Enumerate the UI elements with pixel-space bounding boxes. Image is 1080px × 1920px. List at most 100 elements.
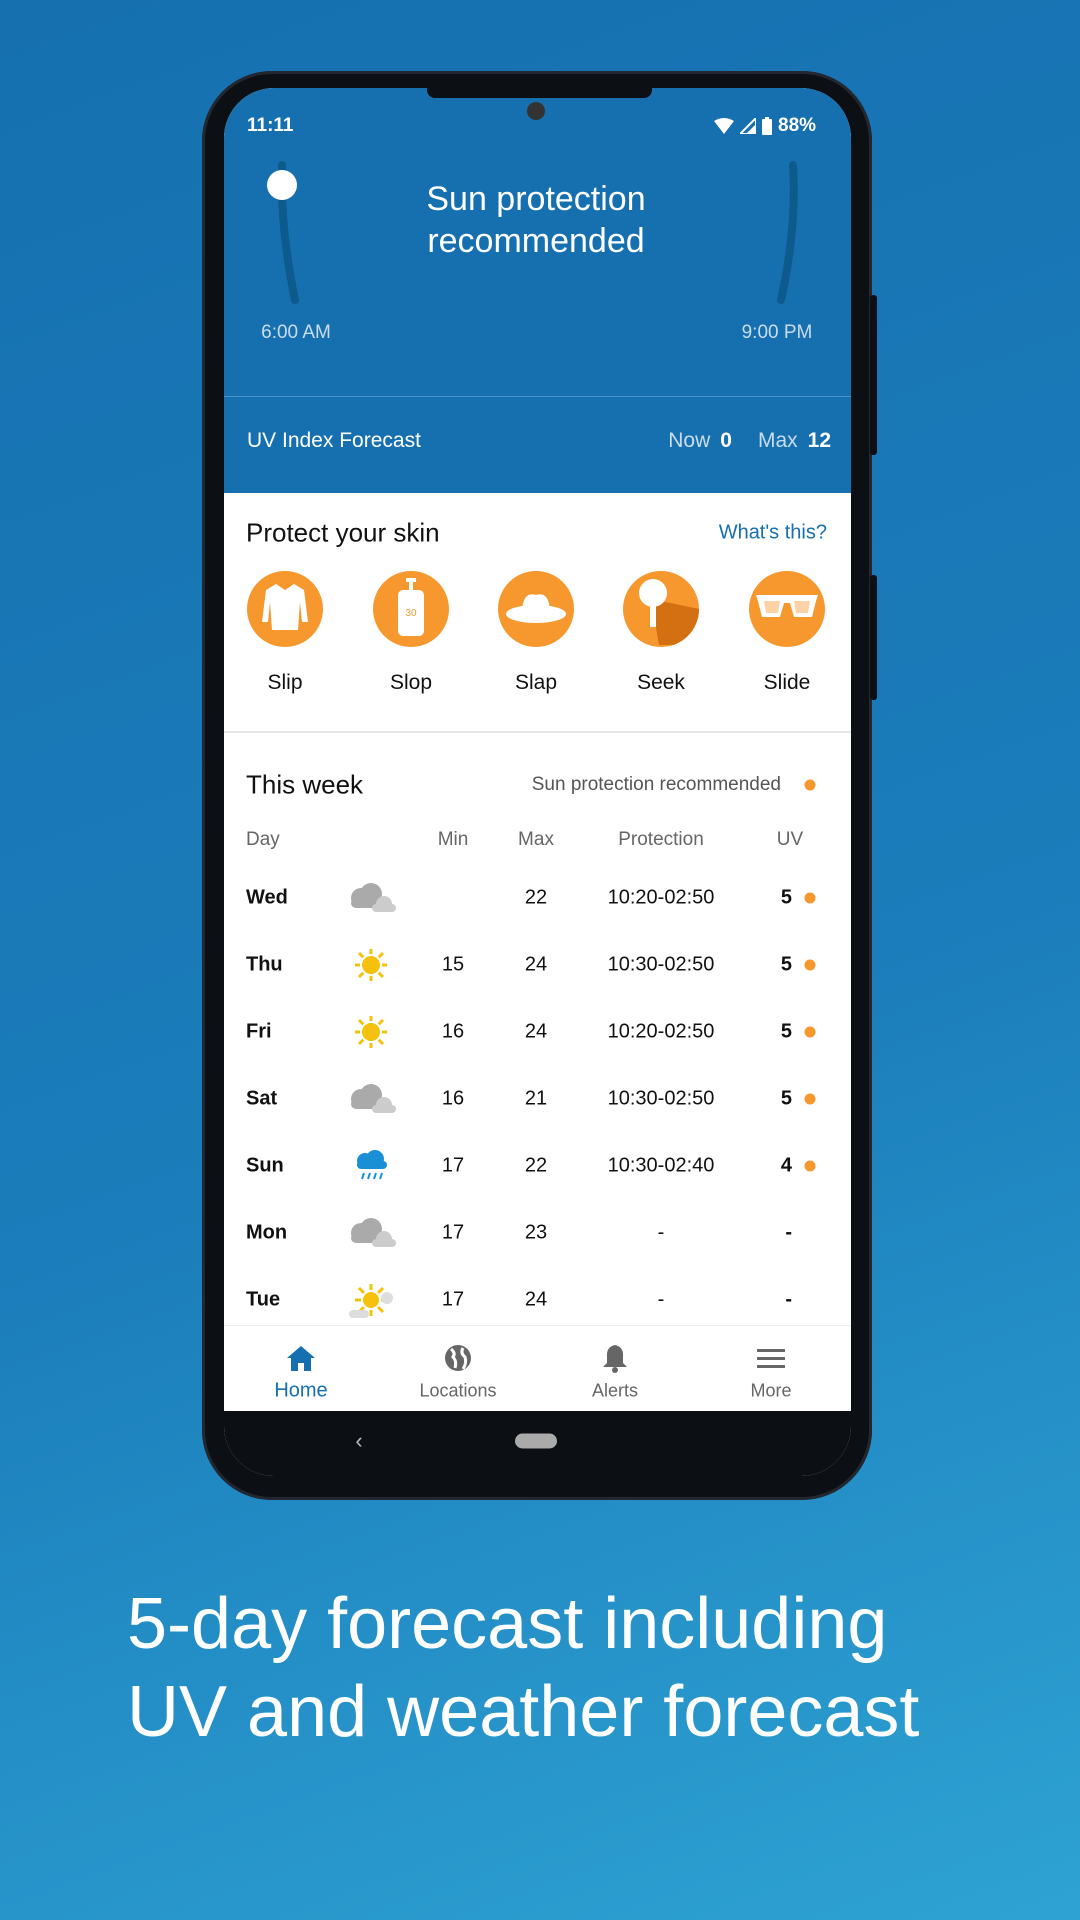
now-label: Now — [668, 429, 711, 452]
now-value: 0 — [720, 429, 732, 452]
protection-dot — [804, 892, 816, 904]
protection-dot — [804, 959, 816, 971]
uv-cell: 5 — [780, 1087, 792, 1110]
protect-label: Slap — [514, 671, 558, 694]
caption-line: UV and weather forecast — [127, 1672, 920, 1752]
column-header: Day — [246, 829, 280, 850]
cloudy-weather-icon — [346, 1217, 396, 1249]
max-cell: 23 — [524, 1221, 548, 1244]
max-cell: 24 — [524, 1288, 548, 1311]
uv-header: 11:11 88% Sun protection recommended 6:0… — [224, 88, 851, 493]
nav-label: More — [750, 1380, 792, 1401]
table-row[interactable]: Wed 22 10:20-02:50 5 — [224, 865, 851, 931]
sunglasses-button[interactable] — [749, 571, 825, 647]
nav-locations[interactable]: Locations — [388, 1326, 528, 1412]
phone-side-button — [870, 575, 877, 700]
tree-shade-icon — [623, 571, 699, 647]
column-header: UV — [776, 829, 804, 850]
protection-dot — [804, 1026, 816, 1038]
day-cell: Sat — [246, 1087, 278, 1110]
sunny-weather-icon — [354, 948, 388, 982]
max-cell: 24 — [524, 953, 548, 976]
nav-label: Home — [274, 1379, 328, 1402]
max-value: 12 — [807, 429, 831, 452]
nav-label: Alerts — [591, 1380, 639, 1401]
table-row[interactable]: Sun 17 22 10:30-02:40 4 — [224, 1133, 851, 1199]
protect-label: Slide — [763, 671, 811, 694]
table-row[interactable]: Tue 17 24 - - — [224, 1267, 851, 1333]
day-cell: Wed — [246, 886, 288, 909]
phone-side-button — [870, 295, 877, 455]
system-nav-bar: ‹ — [224, 1411, 851, 1476]
day-cell: Tue — [246, 1288, 281, 1311]
max-label: Max — [757, 429, 798, 452]
shirt-button[interactable] — [247, 571, 323, 647]
max-cell: 22 — [524, 1154, 548, 1177]
app-screen: 11:11 88% Sun protection recommended 6:0… — [224, 88, 851, 1476]
title-line: Sun protection — [426, 180, 646, 218]
table-row[interactable]: Thu 15 24 10:30-02:50 5 — [224, 932, 851, 998]
uv-cell: - — [785, 1288, 792, 1311]
day-cell: Fri — [246, 1020, 272, 1043]
current-time-marker — [267, 170, 297, 200]
caption: 5-day forecast including UV and weather … — [127, 1580, 919, 1756]
protection-cell: 10:30-02:50 — [607, 1087, 715, 1110]
day-cell: Thu — [246, 953, 283, 976]
protection-title: Sun protection recommended — [426, 178, 645, 262]
back-icon[interactable]: ‹ — [355, 1428, 362, 1454]
rain-weather-icon — [353, 1149, 389, 1183]
divider — [224, 396, 851, 397]
protection-dot — [804, 1160, 816, 1172]
uv-cell: 4 — [780, 1154, 792, 1177]
tree-shade-button[interactable] — [623, 571, 699, 647]
shirt-icon — [262, 582, 308, 637]
protect-label: Slop — [389, 671, 433, 694]
table-row[interactable]: Sat 16 21 10:30-02:50 5 — [224, 1066, 851, 1132]
nav-more[interactable]: More — [701, 1326, 841, 1412]
uv-cell: 5 — [780, 1020, 792, 1043]
start-time: 6:00 AM — [261, 322, 331, 343]
cloudy-weather-icon — [346, 882, 396, 914]
nav-label: Locations — [419, 1380, 497, 1401]
protection-cell: - — [657, 1221, 665, 1244]
uv-forecast-label: UV Index Forecast — [247, 429, 421, 452]
menu-icon — [757, 1347, 785, 1369]
svg-text:30: 30 — [405, 608, 417, 619]
min-cell: 17 — [441, 1154, 465, 1177]
home-pill[interactable] — [515, 1433, 557, 1449]
title-line: recommended — [427, 222, 645, 260]
sunscreen-button[interactable]: 30 — [373, 571, 449, 647]
uv-cell: - — [785, 1221, 792, 1244]
week-title: This week — [246, 769, 364, 800]
hat-button[interactable] — [498, 571, 574, 647]
end-time: 9:00 PM — [741, 322, 813, 343]
day-cell: Mon — [246, 1221, 288, 1244]
home-icon — [286, 1344, 316, 1372]
sunscreen-icon: 30 — [394, 577, 428, 641]
protection-cell: - — [657, 1288, 665, 1311]
caption-line: 5-day forecast including — [127, 1584, 888, 1664]
min-cell: 15 — [441, 953, 465, 976]
sunny-weather-icon — [354, 1015, 388, 1049]
globe-icon — [443, 1343, 473, 1373]
legend-dot — [804, 779, 816, 791]
protection-cell: 10:20-02:50 — [607, 886, 715, 909]
protect-label: Seek — [637, 671, 685, 694]
week-legend: Sun protection recommended — [531, 774, 781, 795]
whats-this-link[interactable]: What's this? — [719, 522, 827, 545]
max-cell: 24 — [524, 1020, 548, 1043]
uv-now-max: Now 0 Max 12 — [668, 429, 831, 453]
partly-sunny-weather-icon — [349, 1282, 393, 1318]
min-cell: 16 — [441, 1020, 465, 1043]
table-row[interactable]: Fri 16 24 10:20-02:50 5 — [224, 999, 851, 1065]
nav-alerts[interactable]: Alerts — [545, 1326, 685, 1412]
uv-cell: 5 — [780, 886, 792, 909]
min-cell: 16 — [441, 1087, 465, 1110]
protection-cell: 10:30-02:50 — [607, 953, 715, 976]
sunglasses-icon — [756, 593, 818, 626]
bottom-nav: Home Locations Alerts More — [224, 1325, 851, 1411]
protection-cell: 10:30-02:40 — [607, 1154, 715, 1177]
nav-home[interactable]: Home — [231, 1326, 371, 1412]
column-header: Max — [518, 829, 554, 850]
table-row[interactable]: Mon 17 23 - - — [224, 1200, 851, 1266]
